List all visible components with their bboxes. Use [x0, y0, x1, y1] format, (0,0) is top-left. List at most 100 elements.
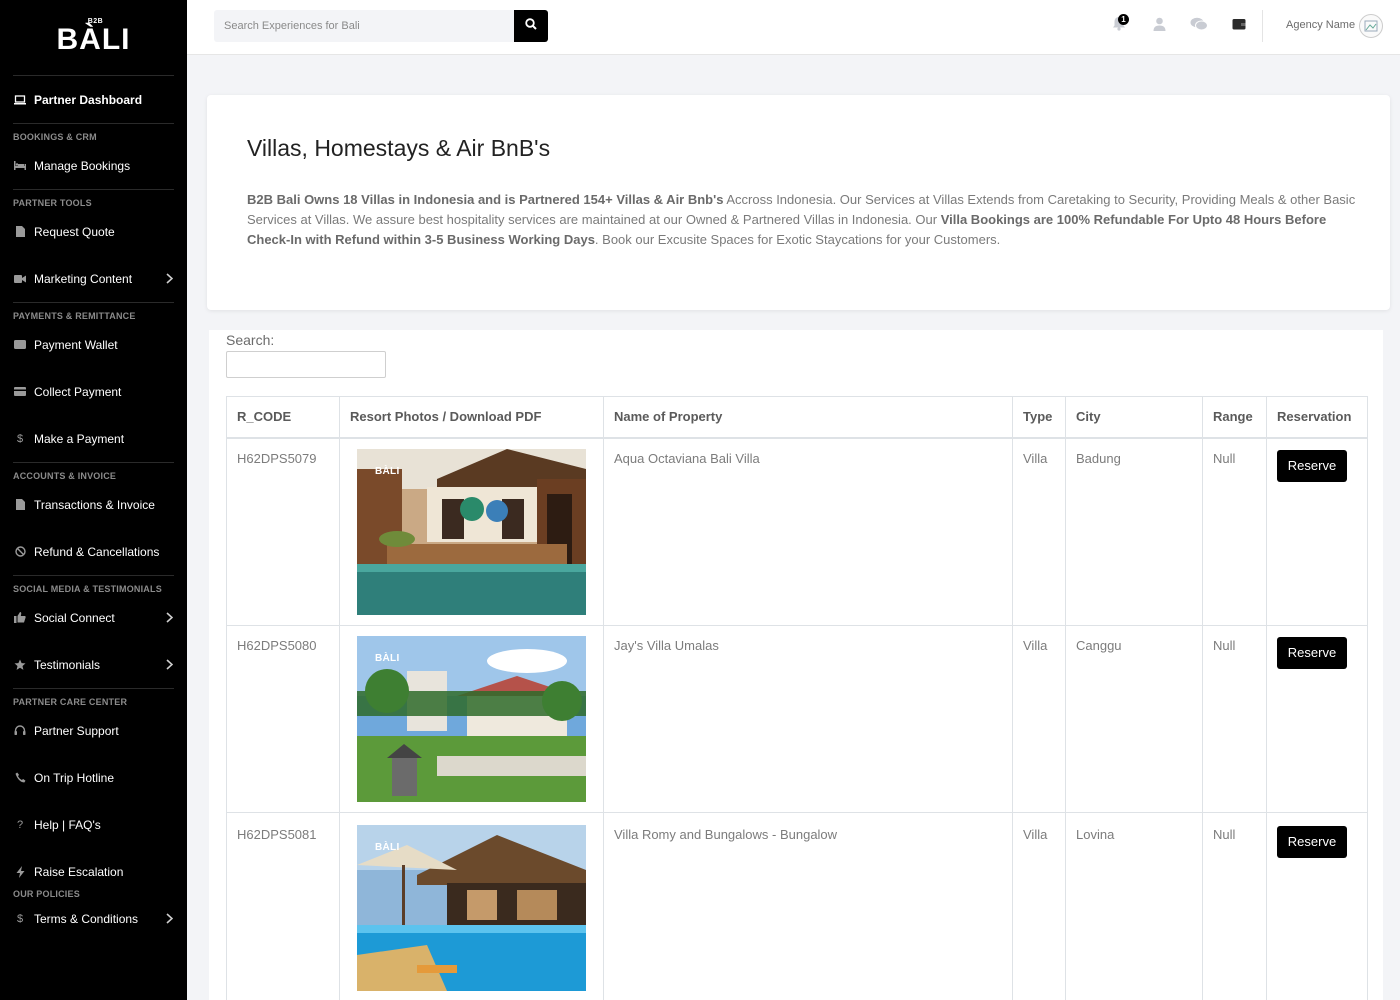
cell-photo: BÀLI [339, 624, 604, 813]
wallet-button[interactable] [1219, 14, 1259, 38]
reserve-button[interactable]: Reserve [1277, 825, 1347, 858]
search-icon [525, 17, 537, 35]
sidebar-item-raise-escalation[interactable]: Raise Escalation [0, 848, 187, 895]
table-row: H62DPS5079 BÀLI Aqua Octaviana Bali Vill… [226, 437, 1368, 626]
sidebar-item-transactions[interactable]: Transactions & Invoice [0, 481, 187, 528]
cell-type: Villa [1012, 437, 1066, 626]
cell-property-name: Aqua Octaviana Bali Villa [603, 437, 1013, 626]
dollar-icon: $ [16, 913, 24, 925]
reserve-button[interactable]: Reserve [1277, 636, 1347, 669]
sidebar-item-label: Partner Support [34, 723, 119, 738]
sidebar-item-payment-wallet[interactable]: Payment Wallet [0, 321, 187, 368]
phone-icon [14, 772, 26, 784]
notifications-button[interactable]: 1 [1099, 14, 1139, 38]
top-icon-group: 1 [1099, 14, 1259, 38]
column-header-range[interactable]: Range [1202, 396, 1267, 439]
logo-text: BÀLI [56, 23, 131, 56]
dollar-icon: $ [16, 432, 24, 445]
sidebar-item-refund[interactable]: Refund & Cancellations [0, 528, 187, 575]
cell-code: H62DPS5079 [226, 437, 340, 626]
cell-code: H62DPS5080 [226, 624, 340, 813]
cell-code: H62DPS5081 [226, 811, 340, 1000]
sidebar-item-manage-bookings[interactable]: Manage Bookings [0, 142, 187, 189]
resort-photo[interactable]: BÀLI [357, 448, 586, 615]
topbar-separator [1262, 10, 1263, 42]
table-row: H62DPS5080 BÀLI Jay's Villa Umalas Villa… [226, 624, 1368, 813]
cell-property-name: Jay's Villa Umalas [603, 624, 1013, 813]
column-header-city[interactable]: City [1065, 396, 1203, 439]
headset-icon [14, 725, 26, 737]
intro-description: B2B Bali Owns 18 Villas in Indonesia and… [247, 190, 1357, 250]
question-icon: ? [16, 818, 24, 831]
cell-city: Badung [1065, 437, 1203, 626]
resort-photo[interactable]: BÀLI [357, 635, 586, 802]
section-label-care: PARTNER CARE CENTER [13, 697, 128, 707]
photo-logo-watermark: BÀLI [375, 652, 400, 664]
cell-property-name: Villa Romy and Bungalows - Bungalow [603, 811, 1013, 1000]
properties-table: R_CODE Resort Photos / Download PDF Name… [226, 396, 1368, 1000]
cell-photo: BÀLI [339, 437, 604, 626]
reserve-button[interactable]: Reserve [1277, 449, 1347, 482]
intro-text-closing: . Book our Excusite Spaces for Exotic St… [594, 232, 1001, 247]
profile-button[interactable] [1139, 14, 1179, 38]
sidebar-item-label: Transactions & Invoice [34, 497, 155, 512]
section-label-accounts: ACCOUNTS & INVOICE [13, 471, 117, 481]
sidebar-item-social-connect[interactable]: Social Connect [0, 594, 187, 641]
brand-logo[interactable]: B2B BÀLI [0, 0, 187, 75]
cell-reservation: Reserve [1266, 437, 1368, 626]
photo-logo-watermark: BÀLI [375, 465, 400, 477]
sidebar-item-partner-support[interactable]: Partner Support [0, 707, 187, 754]
table-header-row: R_CODE Resort Photos / Download PDF Name… [226, 396, 1368, 439]
resort-photo[interactable]: BÀLI [357, 824, 586, 991]
sidebar-item-label: Collect Payment [34, 384, 122, 399]
search-input[interactable] [214, 10, 514, 42]
sidebar-item-request-quote[interactable]: Request Quote [0, 208, 187, 255]
sidebar-item-testimonials[interactable]: Testimonials [0, 641, 187, 688]
cell-reservation: Reserve [1266, 624, 1368, 813]
user-icon [1153, 17, 1166, 36]
agency-name[interactable]: Agency Name [1286, 19, 1355, 31]
cell-type: Villa [1012, 624, 1066, 813]
intro-card: Villas, Homestays & Air BnB's B2B Bali O… [207, 95, 1390, 310]
sidebar-item-marketing-content[interactable]: Marketing Content [0, 255, 187, 302]
sidebar-item-help[interactable]: ? Help | FAQ's [0, 801, 187, 848]
chevron-right-icon [166, 657, 174, 673]
section-label-tools: PARTNER TOOLS [13, 198, 92, 208]
credit-card-icon [14, 386, 26, 398]
sidebar-item-label: Manage Bookings [34, 158, 131, 173]
search-field[interactable] [214, 10, 514, 42]
column-header-code[interactable]: R_CODE [226, 396, 340, 439]
sidebar: B2B BÀLI Partner Dashboard BOOKINGS & CR… [0, 0, 187, 1000]
cell-photo: BÀLI [339, 811, 604, 1000]
messages-button[interactable] [1179, 14, 1219, 38]
wallet-icon [14, 339, 26, 351]
invoice-icon [14, 499, 26, 511]
sidebar-item-terms[interactable]: $ Terms & Conditions [0, 899, 187, 939]
table-row: H62DPS5081 BÀLI Villa Romy and Bungalows… [226, 811, 1368, 1000]
search-button[interactable] [514, 10, 548, 42]
wallet-icon [1232, 17, 1246, 35]
avatar[interactable] [1359, 14, 1383, 38]
ban-icon [14, 546, 26, 558]
cell-range: Null [1202, 437, 1267, 626]
column-header-type[interactable]: Type [1012, 396, 1066, 439]
notification-badge: 1 [1118, 14, 1129, 25]
video-icon [14, 273, 26, 285]
column-header-photos[interactable]: Resort Photos / Download PDF [339, 396, 604, 439]
sidebar-item-label: Marketing Content [34, 271, 133, 286]
sidebar-item-partner-dashboard[interactable]: Partner Dashboard [0, 76, 187, 123]
sidebar-item-on-trip-hotline[interactable]: On Trip Hotline [0, 754, 187, 801]
sidebar-item-label: Testimonials [34, 657, 101, 672]
sidebar-item-make-payment[interactable]: $ Make a Payment [0, 415, 187, 462]
table-search-input[interactable] [226, 351, 386, 378]
sidebar-item-label: Partner Dashboard [34, 92, 143, 107]
sidebar-item-label: Make a Payment [34, 431, 125, 446]
cell-reservation: Reserve [1266, 811, 1368, 1000]
sidebar-item-label: Raise Escalation [34, 864, 124, 879]
column-header-reservation[interactable]: Reservation [1266, 396, 1368, 439]
column-header-name[interactable]: Name of Property [603, 396, 1013, 439]
properties-table-card: Search: R_CODE Resort Photos / Download … [209, 330, 1383, 1000]
bolt-icon [14, 865, 26, 878]
page-title: Villas, Homestays & Air BnB's [247, 135, 551, 161]
sidebar-item-collect-payment[interactable]: Collect Payment [0, 368, 187, 415]
